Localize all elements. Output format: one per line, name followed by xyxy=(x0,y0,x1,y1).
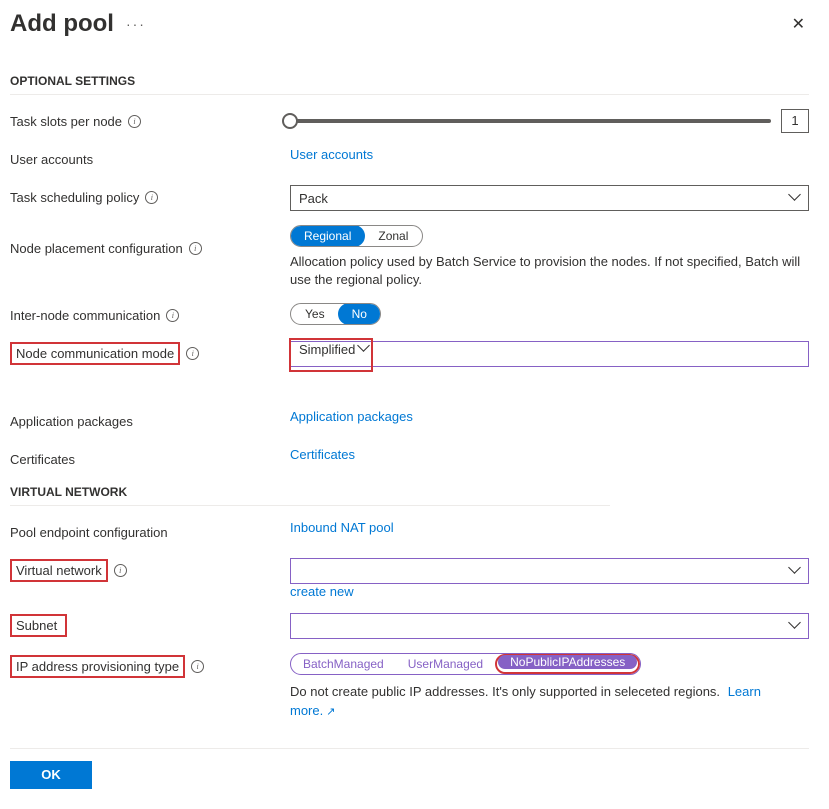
app-packages-link[interactable]: Application packages xyxy=(290,409,413,424)
info-icon[interactable]: i xyxy=(128,115,141,128)
certificates-label: Certificates xyxy=(10,452,75,467)
page-title: Add pool xyxy=(10,10,114,38)
footer: OK xyxy=(10,748,809,789)
scheduling-value: Pack xyxy=(299,191,328,206)
chevron-down-icon xyxy=(790,621,800,631)
section-virtual-network: VIRTUAL NETWORK xyxy=(10,485,610,506)
placement-regional[interactable]: Regional xyxy=(290,225,365,247)
ip-provision-toggle[interactable]: BatchManaged UserManaged NoPublicIPAddre… xyxy=(290,653,641,675)
info-icon[interactable]: i xyxy=(189,242,202,255)
task-slots-value[interactable]: 1 xyxy=(781,109,809,133)
ok-button[interactable]: OK xyxy=(10,761,92,789)
info-icon[interactable]: i xyxy=(114,564,127,577)
info-icon[interactable]: i xyxy=(166,309,179,322)
placement-label: Node placement configuration xyxy=(10,241,183,256)
chevron-down-icon xyxy=(359,344,369,354)
internode-toggle[interactable]: Yes No xyxy=(290,303,381,325)
endpoint-link[interactable]: Inbound NAT pool xyxy=(290,520,394,535)
info-icon[interactable]: i xyxy=(191,660,204,673)
scheduling-select[interactable]: Pack xyxy=(290,185,809,211)
app-packages-label: Application packages xyxy=(10,414,133,429)
subnet-label: Subnet xyxy=(16,618,57,633)
placement-toggle[interactable]: Regional Zonal xyxy=(290,225,423,247)
task-slots-slider[interactable] xyxy=(290,119,771,123)
user-accounts-label: User accounts xyxy=(10,152,93,167)
section-optional-settings: OPTIONAL SETTINGS xyxy=(10,74,809,95)
user-accounts-link[interactable]: User accounts xyxy=(290,147,373,162)
chevron-down-icon xyxy=(790,193,800,203)
placement-zonal[interactable]: Zonal xyxy=(364,226,422,246)
create-new-link[interactable]: create new xyxy=(290,584,354,599)
ip-provision-description: Do not create public IP addresses. It's … xyxy=(290,683,809,720)
ip-usermanaged[interactable]: UserManaged xyxy=(396,654,495,674)
certificates-link[interactable]: Certificates xyxy=(290,447,355,462)
commmode-label: Node communication mode xyxy=(16,346,174,361)
header-row: Add pool ··· ✕ xyxy=(10,10,809,68)
task-slots-label: Task slots per node xyxy=(10,114,122,129)
internode-no[interactable]: No xyxy=(338,303,381,325)
info-icon[interactable]: i xyxy=(186,347,199,360)
internode-label: Inter-node communication xyxy=(10,308,160,323)
endpoint-label: Pool endpoint configuration xyxy=(10,525,168,540)
info-icon[interactable]: i xyxy=(145,191,158,204)
ip-provision-label: IP address provisioning type xyxy=(16,659,179,674)
placement-description: Allocation policy used by Batch Service … xyxy=(290,253,809,289)
commmode-select[interactable]: Simplified xyxy=(290,341,809,367)
commmode-value: Simplified xyxy=(299,342,355,357)
chevron-down-icon xyxy=(790,566,800,576)
subnet-select[interactable] xyxy=(290,613,809,639)
scheduling-label: Task scheduling policy xyxy=(10,190,139,205)
ip-nopublic[interactable]: NoPublicIPAddresses xyxy=(498,655,637,669)
vnet-select[interactable] xyxy=(290,558,809,584)
slider-thumb[interactable] xyxy=(282,113,298,129)
external-link-icon: ↗ xyxy=(326,706,335,718)
ip-batchmanaged[interactable]: BatchManaged xyxy=(291,654,396,674)
vnet-label: Virtual network xyxy=(16,563,102,578)
close-icon[interactable]: ✕ xyxy=(792,14,809,34)
more-menu-icon[interactable]: ··· xyxy=(126,16,146,32)
internode-yes[interactable]: Yes xyxy=(291,304,339,324)
